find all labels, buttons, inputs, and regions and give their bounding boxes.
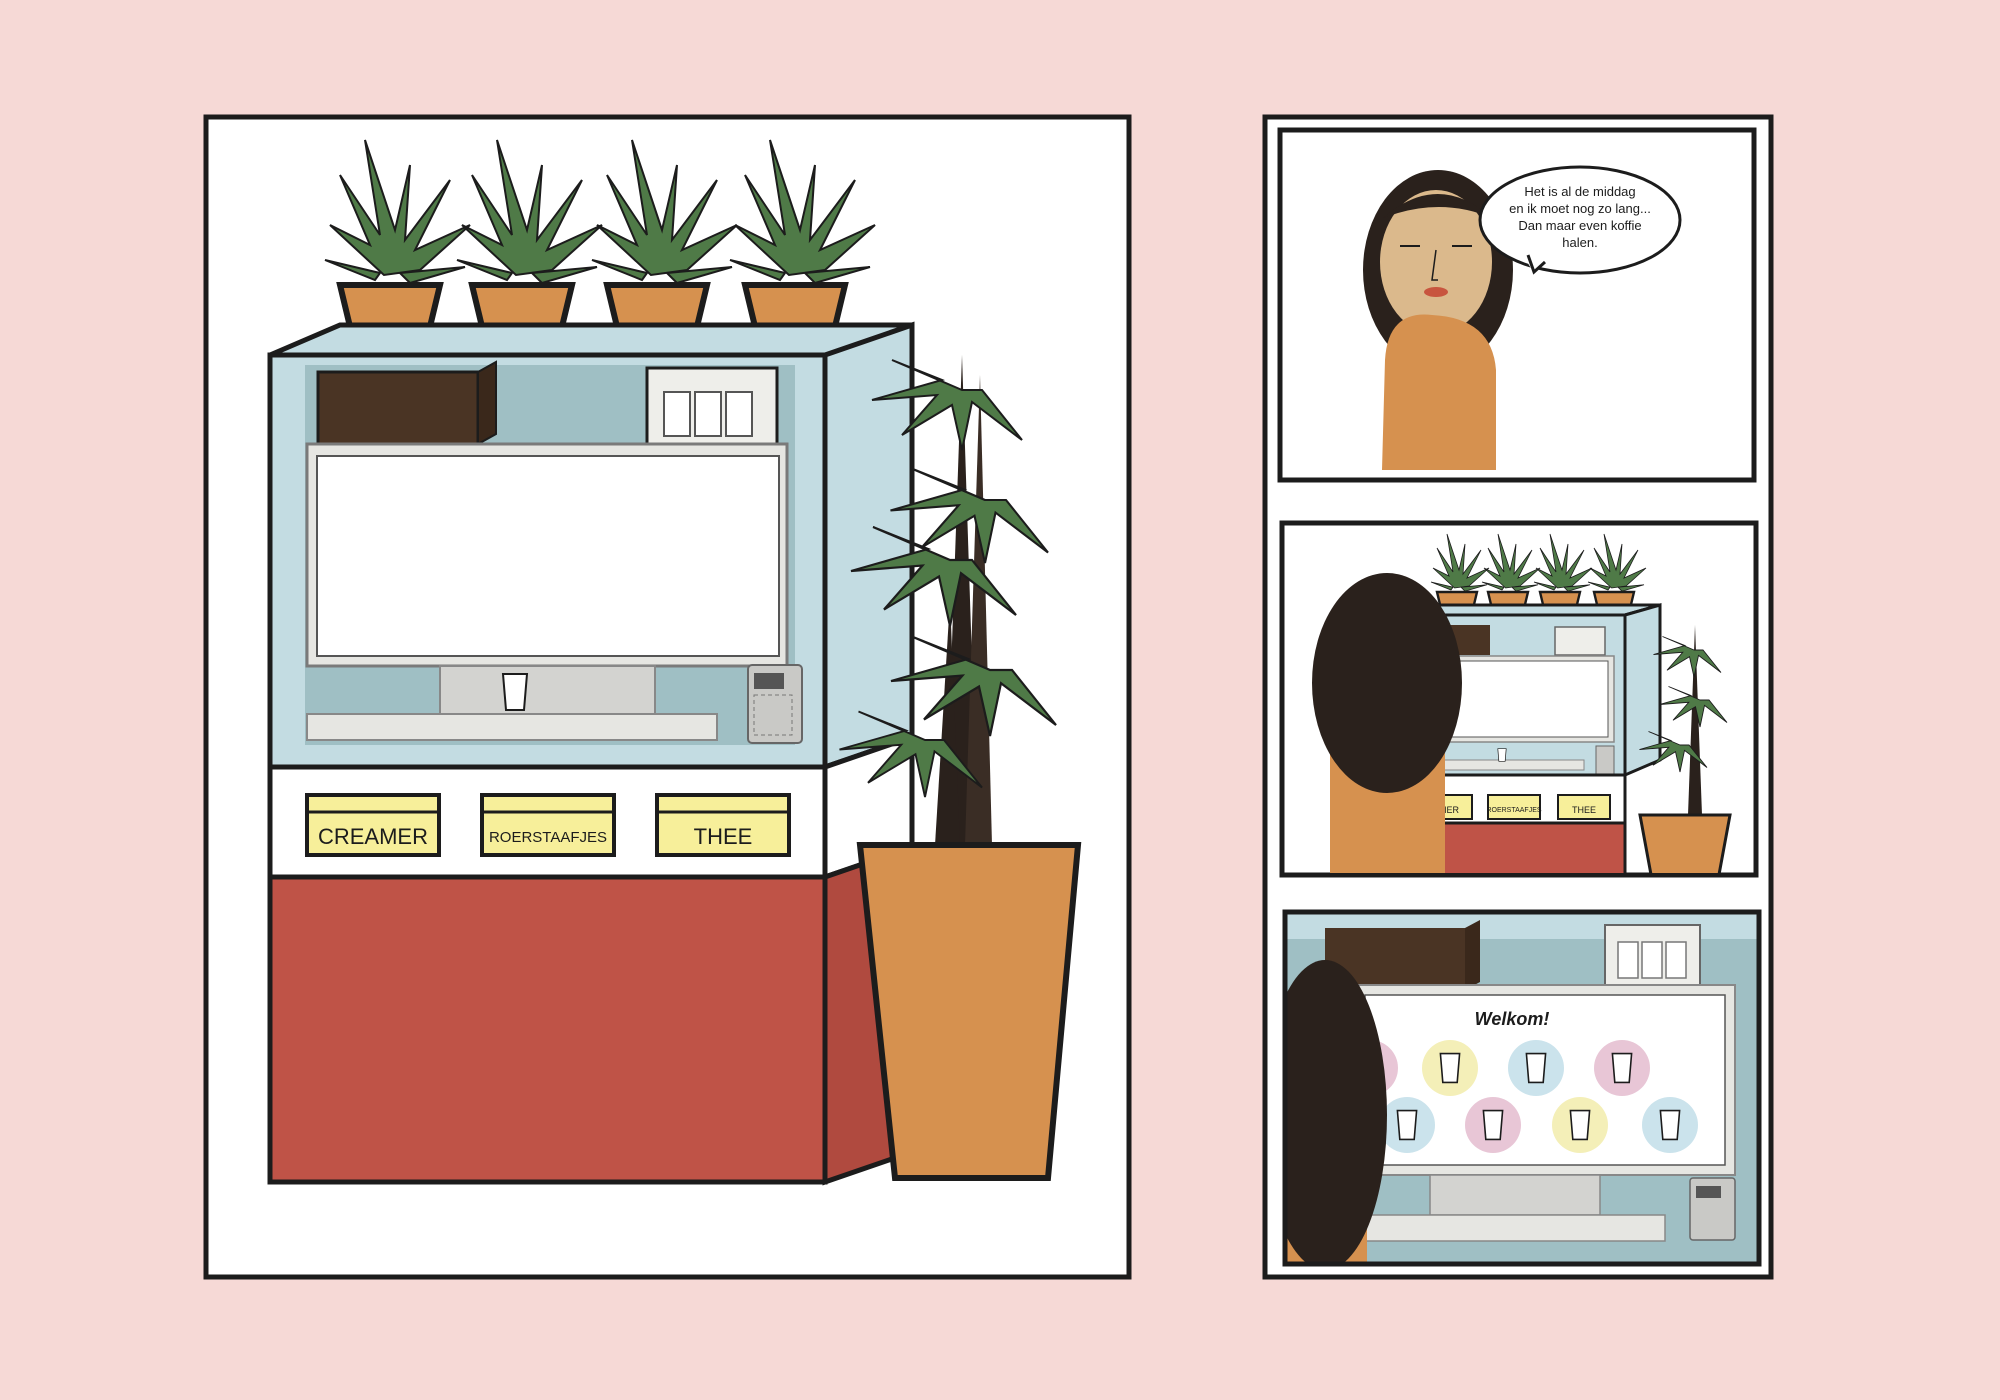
machine-screen[interactable]	[316, 455, 780, 657]
svg-text:en ik moet nog zo lang...: en ik moet nog zo lang...	[1509, 201, 1651, 216]
drip-tray	[306, 713, 718, 741]
label-creamer: CREAMER	[305, 793, 441, 857]
drink-button[interactable]	[1465, 1097, 1521, 1153]
welcome-text: Welkom!	[1475, 1009, 1550, 1029]
cup-icon	[502, 673, 528, 711]
panel-large: CREAMER ROERSTAAFJES THEE	[203, 114, 1132, 1280]
panel-strip: Het is al de middag en ik moet nog zo la…	[1262, 114, 1774, 1280]
label-roerstaafjes: ROERSTAAFJES	[480, 793, 616, 857]
drink-button[interactable]	[1642, 1097, 1698, 1153]
svg-text:CREAMER: CREAMER	[318, 824, 428, 849]
panel-1: Het is al de middag en ik moet nog zo la…	[1277, 127, 1757, 483]
drink-button[interactable]	[1594, 1040, 1650, 1096]
svg-text:THEE: THEE	[1572, 805, 1596, 815]
svg-text:halen.: halen.	[1562, 235, 1597, 250]
svg-text:Het is al de middag: Het is al de middag	[1524, 184, 1635, 199]
drink-button[interactable]	[1379, 1097, 1435, 1153]
big-pot	[856, 842, 1082, 1181]
drink-button[interactable]	[1422, 1040, 1478, 1096]
comic-page: CREAMER ROERSTAAFJES THEE Het is al de m…	[203, 114, 1774, 1280]
svg-text:ROERSTAAFJES: ROERSTAAFJES	[489, 829, 607, 846]
panel-3: Welkom!	[1282, 909, 1762, 1267]
shirt	[1382, 314, 1496, 470]
drink-button[interactable]	[1552, 1097, 1608, 1153]
label-thee: THEE	[655, 793, 791, 857]
counter	[267, 874, 828, 1185]
hair-back	[1312, 573, 1462, 793]
panel-2: AMER ROERSTAAFJES THEE	[1279, 520, 1759, 878]
svg-text:THEE: THEE	[694, 824, 753, 849]
drink-button[interactable]	[1508, 1040, 1564, 1096]
svg-text:ROERSTAAFJES: ROERSTAAFJES	[1486, 807, 1541, 814]
speech-bubble: Het is al de middag en ik moet nog zo la…	[1478, 165, 1682, 275]
brown-box	[316, 370, 480, 446]
svg-text:Dan maar even koffie: Dan maar even koffie	[1518, 218, 1641, 233]
